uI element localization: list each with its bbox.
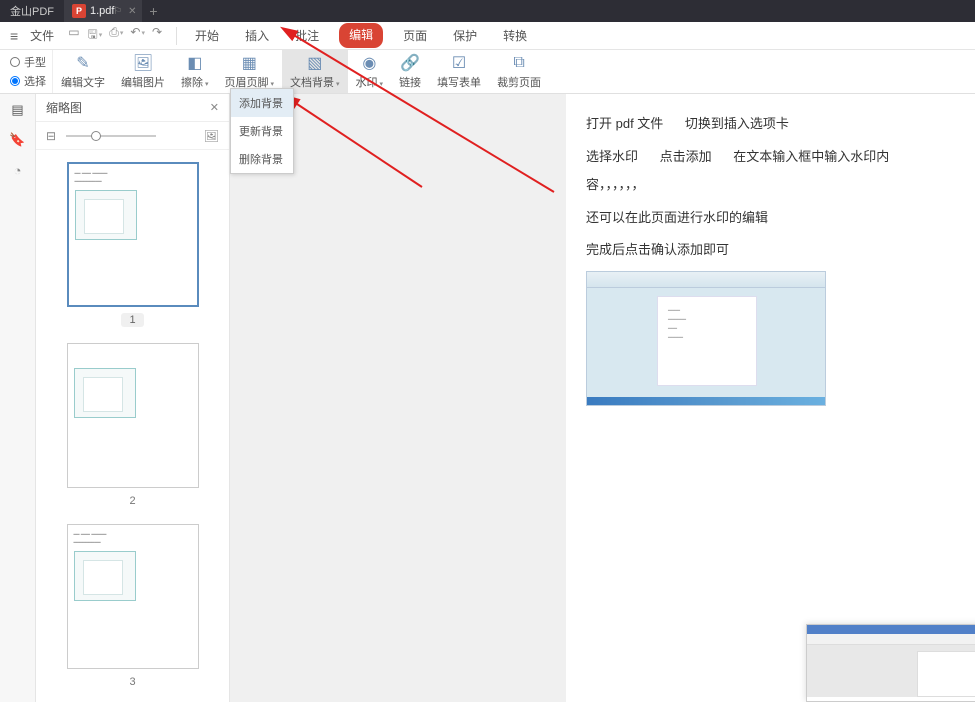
- watermark-icon: ◉: [358, 54, 380, 72]
- thumbs-list: ━━ ━━━ ━━━━━━━━━━━━━━ 1 2 ━━ ━━━ ━━━━━━━…: [36, 150, 229, 702]
- hand-label: 手型: [24, 54, 46, 70]
- edit-text-button[interactable]: ✎ 编辑文字: [53, 50, 113, 93]
- text-open-pdf: 打开 pdf 文件: [586, 116, 663, 131]
- text-switch-tab: 切换到插入选项卡: [685, 116, 789, 131]
- erase-button[interactable]: ◧ 擦除: [173, 50, 217, 93]
- thumb-zoom-in-icon[interactable]: 🖼: [204, 129, 219, 143]
- menu-start[interactable]: 开始: [189, 23, 225, 48]
- print-icon[interactable]: ⎙: [109, 25, 122, 46]
- thumb-3-num: 3: [121, 675, 143, 689]
- link-button[interactable]: 🔗 链接: [391, 50, 429, 93]
- left-rail: ▤ 🔖 ◔: [0, 94, 36, 702]
- embedded-screenshot: ━━━━━━━━━━━━━━━━━━: [586, 271, 826, 406]
- document-tab[interactable]: P 1.pdf ⚐ ✕: [64, 0, 142, 22]
- app-title: 金山PDF: [0, 3, 64, 19]
- doc-bg-icon: ▧: [304, 54, 326, 72]
- hand-radio[interactable]: [10, 57, 20, 67]
- thumbs-header: 缩略图 ✕: [36, 94, 229, 122]
- edit-image-label: 编辑图片: [121, 74, 165, 90]
- pdf-icon: P: [72, 4, 86, 18]
- menu-edit[interactable]: 编辑: [339, 23, 383, 48]
- save-icon[interactable]: 🖫: [88, 25, 102, 46]
- form-button[interactable]: ☑ 填写表单: [429, 50, 489, 93]
- new-tab-button[interactable]: +: [142, 0, 164, 22]
- header-footer-icon: ▦: [238, 54, 260, 72]
- menu-convert[interactable]: 转换: [497, 23, 533, 48]
- erase-label: 擦除: [181, 74, 209, 90]
- bookmarks-rail-icon[interactable]: 🔖: [9, 132, 27, 148]
- menubar: ≡ 文件 ▭ 🖫 ⎙ ↶ ↷ 开始 插入 批注 编辑 页面 保护 转换: [0, 22, 975, 50]
- edit-text-label: 编辑文字: [61, 74, 105, 90]
- thumb-1-num: 1: [121, 313, 143, 327]
- crop-icon: ⧉: [508, 54, 530, 72]
- thumbs-tools: ⊟ 🖼: [36, 122, 229, 150]
- menu-page[interactable]: 页面: [397, 23, 433, 48]
- close-thumbs-icon[interactable]: ✕: [210, 101, 219, 114]
- pin-icon[interactable]: ⚐: [113, 6, 122, 17]
- thumb-size-slider[interactable]: [66, 135, 194, 137]
- file-menu[interactable]: 文件: [24, 27, 60, 44]
- thumb-zoom-out-icon[interactable]: ⊟: [46, 129, 56, 143]
- form-icon: ☑: [448, 54, 470, 72]
- thumbs-title: 缩略图: [46, 99, 82, 116]
- select-radio[interactable]: [10, 76, 20, 86]
- redo-icon[interactable]: ↷: [152, 25, 162, 46]
- thumb-2-wrap[interactable]: 2: [36, 343, 229, 508]
- menu-annotate[interactable]: 批注: [289, 23, 325, 48]
- thumb-1[interactable]: ━━ ━━━ ━━━━━━━━━━━━━━: [67, 162, 199, 307]
- dropdown-add-bg[interactable]: 添加背景: [231, 89, 293, 117]
- thumb-2-num: 2: [121, 494, 143, 508]
- undo-icon[interactable]: ↶: [130, 25, 144, 46]
- content-line-3: 还可以在此页面进行水印的编辑: [586, 204, 955, 233]
- separator: [176, 27, 177, 45]
- content-line-1: 打开 pdf 文件 切换到插入选项卡: [586, 110, 955, 139]
- link-icon: 🔗: [399, 54, 421, 72]
- header-footer-button[interactable]: ▦ 页眉页脚: [217, 50, 283, 93]
- thumb-1-wrap[interactable]: ━━ ━━━ ━━━━━━━━━━━━━━ 1: [36, 162, 229, 327]
- crop-button[interactable]: ⧉ 裁剪页面: [489, 50, 549, 93]
- attachments-rail-icon[interactable]: ◔: [9, 162, 27, 178]
- tab-name: 1.pdf: [90, 5, 114, 17]
- content-line-2: 选择水印 点击添加 在文本输入框中输入水印内容，，，，，，: [586, 143, 955, 200]
- thumbnails-panel: 缩略图 ✕ ⊟ 🖼 ━━ ━━━ ━━━━━━━━━━━━━━ 1: [36, 94, 230, 702]
- text-select-wm: 选择水印: [586, 149, 638, 164]
- form-label: 填写表单: [437, 74, 481, 90]
- thumbnails-rail-icon[interactable]: ▤: [9, 102, 27, 118]
- open-icon[interactable]: ▭: [68, 25, 79, 46]
- menu-protect[interactable]: 保护: [447, 23, 483, 48]
- thumb-3[interactable]: ━━ ━━━ ━━━━━━━━━━━━━━: [67, 524, 199, 669]
- edit-image-button[interactable]: 🖼 编辑图片: [113, 50, 173, 93]
- dropdown-update-bg[interactable]: 更新背景: [231, 117, 293, 145]
- edit-text-icon: ✎: [72, 54, 94, 72]
- close-tab-icon[interactable]: ✕: [128, 6, 136, 17]
- thumb-2[interactable]: [67, 343, 199, 488]
- window-preview-overlay: [806, 624, 975, 702]
- main-menu: 开始 插入 批注 编辑 页面 保护 转换: [183, 23, 533, 48]
- doc-bg-dropdown: 添加背景 更新背景 删除背景: [230, 88, 294, 174]
- doc-bg-label: 文档背景: [290, 74, 340, 90]
- text-click-add: 点击添加: [660, 149, 712, 164]
- titlebar: 金山PDF P 1.pdf ⚐ ✕ +: [0, 0, 975, 22]
- dropdown-delete-bg[interactable]: 删除背景: [231, 145, 293, 173]
- doc-background-button[interactable]: ▧ 文档背景: [282, 50, 348, 93]
- crop-label: 裁剪页面: [497, 74, 541, 90]
- erase-icon: ◧: [184, 54, 206, 72]
- content-area: 打开 pdf 文件 切换到插入选项卡 选择水印 点击添加 在文本输入框中输入水印…: [230, 94, 975, 702]
- thumb-3-wrap[interactable]: ━━ ━━━ ━━━━━━━━━━━━━━ 3: [36, 524, 229, 689]
- link-label: 链接: [399, 74, 421, 90]
- edit-image-icon: 🖼: [132, 54, 154, 72]
- menu-insert[interactable]: 插入: [239, 23, 275, 48]
- burger-icon[interactable]: ≡: [4, 28, 24, 44]
- content-line-4: 完成后点击确认添加即可: [586, 236, 955, 265]
- main-area: ▤ 🔖 ◔ 缩略图 ✕ ⊟ 🖼 ━━ ━━━ ━━━━━━━━━━━━━━ 1: [0, 94, 975, 702]
- ribbon: 手型 选择 ✎ 编辑文字 🖼 编辑图片 ◧ 擦除 ▦ 页眉页脚 ▧ 文档背景 ◉…: [0, 50, 975, 94]
- watermark-button[interactable]: ◉ 水印: [348, 50, 392, 93]
- pointer-mode-group: 手型 选择: [4, 50, 53, 93]
- watermark-label: 水印: [356, 74, 384, 90]
- page-view: 打开 pdf 文件 切换到插入选项卡 选择水印 点击添加 在文本输入框中输入水印…: [566, 94, 975, 702]
- select-label: 选择: [24, 73, 46, 89]
